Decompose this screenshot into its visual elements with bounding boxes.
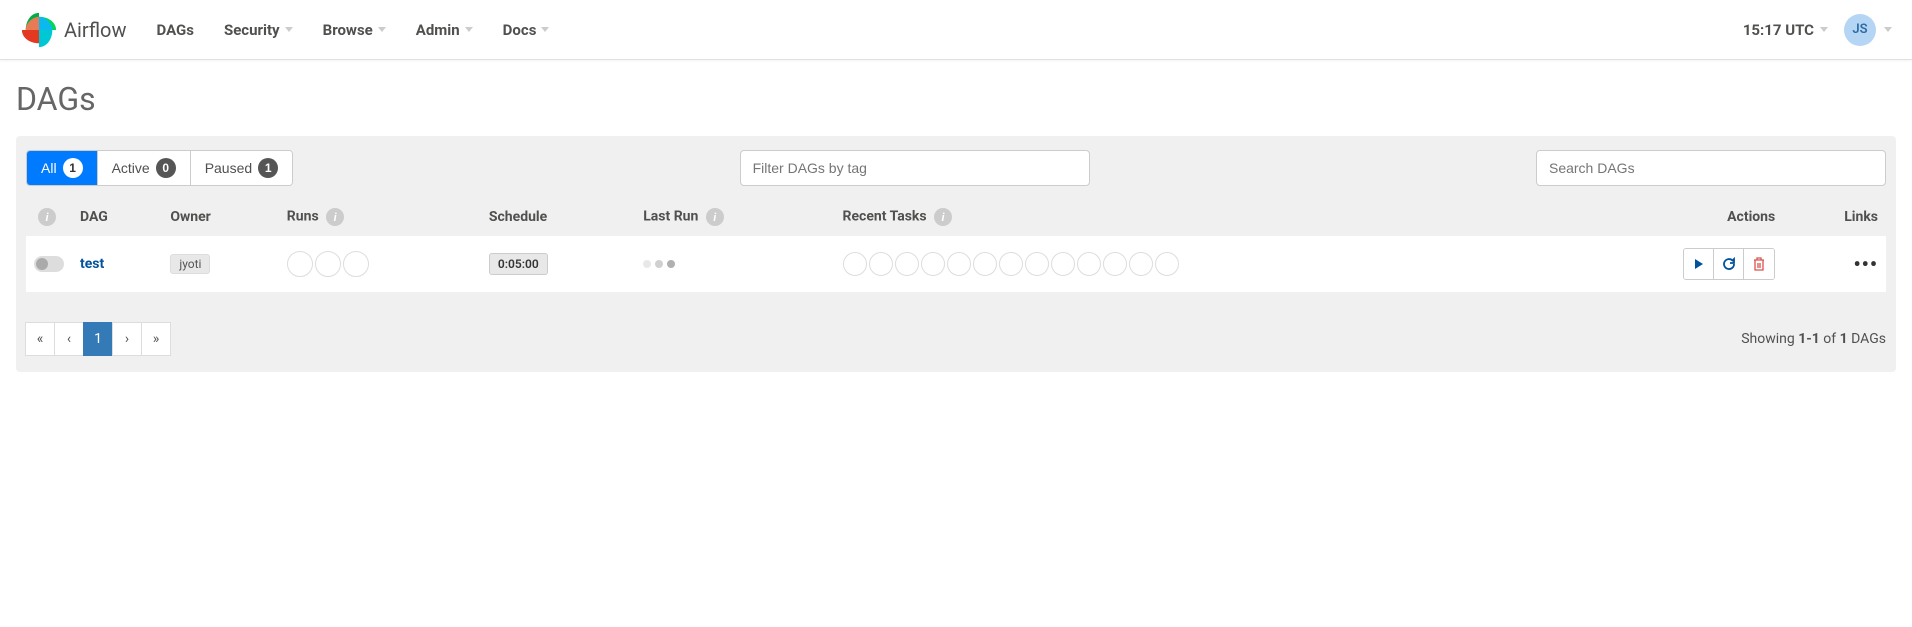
run-status-circle[interactable] xyxy=(287,251,313,277)
task-status-circle[interactable] xyxy=(1051,252,1075,276)
page-title: DAGs xyxy=(16,80,1896,118)
trash-icon xyxy=(1753,257,1765,271)
refresh-icon xyxy=(1722,257,1736,271)
chevron-down-icon xyxy=(465,27,473,32)
chevron-down-icon xyxy=(541,27,549,32)
col-recent-tasks: Recent Tasks i xyxy=(835,198,1561,236)
action-buttons xyxy=(1683,248,1775,280)
filter-active-button[interactable]: Active 0 xyxy=(98,151,191,185)
info-icon: i xyxy=(934,208,952,226)
chevron-down-icon xyxy=(285,27,293,32)
task-status-circle[interactable] xyxy=(843,252,867,276)
schedule-badge[interactable]: 0:05:00 xyxy=(489,253,548,275)
chevron-down-icon xyxy=(1820,27,1828,32)
showing-text: Showing 1-1 of 1 DAGs xyxy=(1741,331,1886,347)
task-status-circle[interactable] xyxy=(1025,252,1049,276)
owner-badge[interactable]: jyoti xyxy=(170,254,210,274)
last-run-loading xyxy=(643,260,826,268)
nav-items: DAGs Security Browse Admin Docs xyxy=(156,21,549,39)
col-links: Links xyxy=(1783,198,1886,236)
dag-pause-toggle[interactable] xyxy=(34,256,64,272)
task-status-circle[interactable] xyxy=(947,252,971,276)
page-1[interactable]: 1 xyxy=(83,322,113,356)
play-icon xyxy=(1693,258,1705,270)
task-status-circle[interactable] xyxy=(895,252,919,276)
page-next[interactable]: › xyxy=(112,322,142,356)
task-status-circle[interactable] xyxy=(1077,252,1101,276)
filter-active-count: 0 xyxy=(156,158,176,178)
filter-row: All 1 Active 0 Paused 1 xyxy=(26,150,1886,186)
info-icon: i xyxy=(326,208,344,226)
recent-tasks-circles xyxy=(843,252,1553,276)
dag-name-link[interactable]: test xyxy=(80,256,104,272)
airflow-logo-icon xyxy=(20,11,58,49)
filter-tags-input[interactable] xyxy=(740,150,1090,186)
nav-dags[interactable]: DAGs xyxy=(156,21,193,39)
filter-btn-group: All 1 Active 0 Paused 1 xyxy=(26,150,293,186)
filter-all-count: 1 xyxy=(63,158,83,178)
footer-row: « ‹ 1 › » Showing 1-1 of 1 DAGs xyxy=(26,322,1886,356)
nav-docs[interactable]: Docs xyxy=(503,21,550,39)
runs-circles xyxy=(287,251,473,277)
brand[interactable]: Airflow xyxy=(20,11,126,49)
avatar: JS xyxy=(1844,14,1876,46)
delete-dag-button[interactable] xyxy=(1744,249,1774,279)
task-status-circle[interactable] xyxy=(921,252,945,276)
info-icon: i xyxy=(706,208,724,226)
navbar-right: 15:17 UTC JS xyxy=(1743,14,1892,46)
task-status-circle[interactable] xyxy=(1129,252,1153,276)
user-menu[interactable]: JS xyxy=(1844,14,1892,46)
loading-dot xyxy=(667,260,675,268)
run-status-circle[interactable] xyxy=(343,251,369,277)
filter-paused-count: 1 xyxy=(258,158,278,178)
info-icon: i xyxy=(38,208,56,226)
loading-dot xyxy=(655,260,663,268)
filter-paused-button[interactable]: Paused 1 xyxy=(191,151,292,185)
time-display[interactable]: 15:17 UTC xyxy=(1743,21,1828,39)
dag-table: i DAG Owner Runs i Schedule Last Run i R… xyxy=(26,198,1886,292)
page-first[interactable]: « xyxy=(25,322,55,356)
links-more-button[interactable]: ••• xyxy=(1853,252,1878,276)
col-dag: DAG xyxy=(72,198,162,236)
chevron-down-icon xyxy=(378,27,386,32)
nav-admin[interactable]: Admin xyxy=(416,21,473,39)
search-dags-input[interactable] xyxy=(1536,150,1886,186)
trigger-dag-button[interactable] xyxy=(1684,249,1714,279)
run-status-circle[interactable] xyxy=(315,251,341,277)
nav-security[interactable]: Security xyxy=(224,21,293,39)
task-status-circle[interactable] xyxy=(999,252,1023,276)
col-schedule: Schedule xyxy=(481,198,635,236)
col-owner: Owner xyxy=(162,198,278,236)
task-status-circle[interactable] xyxy=(869,252,893,276)
loading-dot xyxy=(643,260,651,268)
chevron-down-icon xyxy=(1884,27,1892,32)
filter-all-button[interactable]: All 1 xyxy=(27,151,98,185)
page-last[interactable]: » xyxy=(141,322,171,356)
col-runs: Runs i xyxy=(279,198,481,236)
main-panel: All 1 Active 0 Paused 1 i DAG xyxy=(16,136,1896,372)
col-actions: Actions xyxy=(1560,198,1783,236)
page-container: DAGs All 1 Active 0 Paused 1 xyxy=(0,60,1912,392)
navbar: Airflow DAGs Security Browse Admin Docs … xyxy=(0,0,1912,60)
brand-text: Airflow xyxy=(64,18,126,42)
pagination: « ‹ 1 › » xyxy=(26,322,171,356)
col-last-run: Last Run i xyxy=(635,198,834,236)
task-status-circle[interactable] xyxy=(973,252,997,276)
refresh-dag-button[interactable] xyxy=(1714,249,1744,279)
page-prev[interactable]: ‹ xyxy=(54,322,84,356)
task-status-circle[interactable] xyxy=(1103,252,1127,276)
table-row: test jyoti 0:05:00 xyxy=(26,236,1886,292)
task-status-circle[interactable] xyxy=(1155,252,1179,276)
nav-browse[interactable]: Browse xyxy=(323,21,386,39)
